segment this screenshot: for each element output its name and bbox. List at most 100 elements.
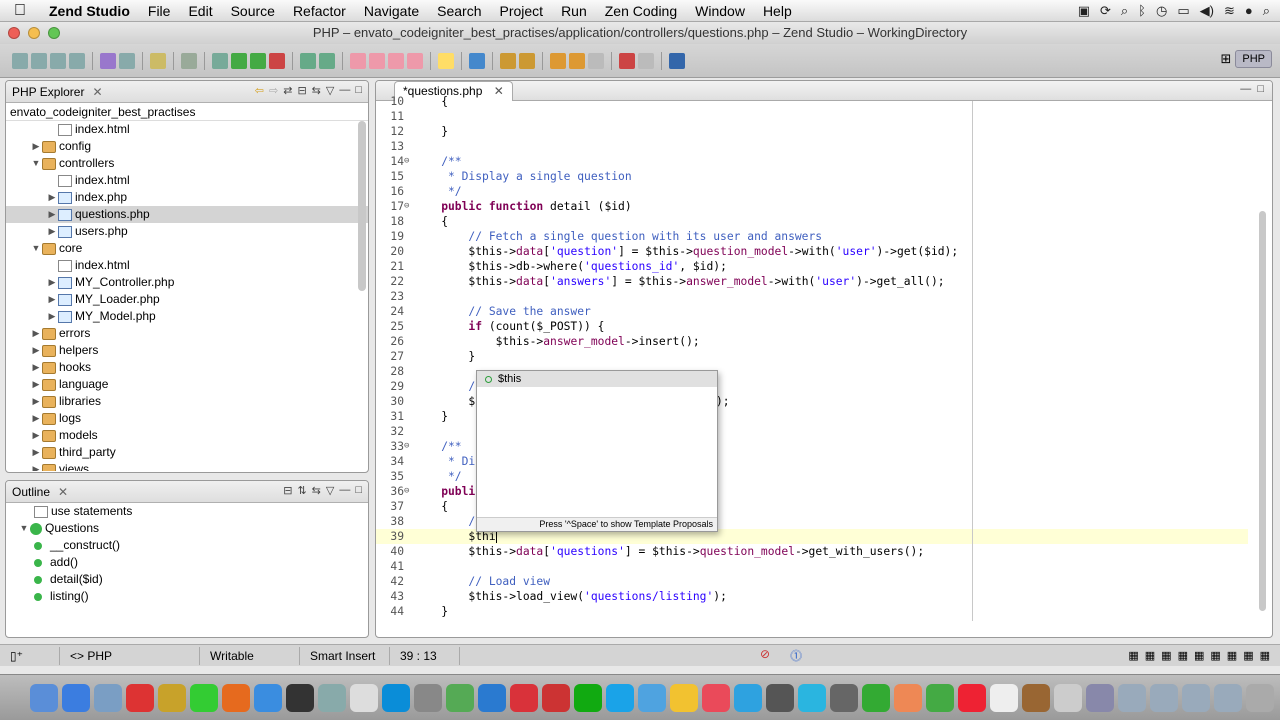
toolbar-button-icon[interactable] <box>388 52 404 69</box>
toolbar-button-icon[interactable] <box>31 52 47 69</box>
tree-item[interactable]: index.html <box>6 257 368 274</box>
toolbar-button-icon[interactable] <box>300 52 316 69</box>
view-icon[interactable]: ▦ <box>1194 649 1204 662</box>
fold-toggle-icon[interactable]: ⊖ <box>404 439 409 454</box>
view-icon[interactable]: ▦ <box>1161 649 1171 662</box>
toolbar-button-icon[interactable] <box>550 52 566 69</box>
outline-method[interactable]: add() <box>6 554 368 571</box>
outline-tab[interactable]: Outline <box>12 485 50 499</box>
close-tab-icon[interactable]: ✕ <box>92 85 102 99</box>
outline-method[interactable]: detail($id) <box>6 571 368 588</box>
project-root[interactable]: envato_codeigniter_best_practises <box>6 103 368 121</box>
dock-app-icon[interactable] <box>446 683 474 712</box>
expand-triangle-icon[interactable]: ▶ <box>46 223 58 240</box>
dock-app-icon[interactable] <box>318 683 346 712</box>
toolbar-button-icon[interactable] <box>588 52 604 69</box>
toolbar-button-icon[interactable] <box>181 52 197 69</box>
expand-triangle-icon[interactable]: ▼ <box>30 155 42 172</box>
menu-edit[interactable]: Edit <box>179 0 221 22</box>
dock-app-icon[interactable] <box>254 683 282 712</box>
menu-run[interactable]: Run <box>552 0 596 22</box>
autocomplete-item[interactable]: $this <box>477 371 717 387</box>
dock-app-icon[interactable] <box>1150 683 1178 712</box>
toolbar-button-icon[interactable] <box>319 52 335 69</box>
editor-scrollbar[interactable] <box>1259 211 1266 611</box>
dock-app-icon[interactable] <box>222 683 250 712</box>
dock-app-icon[interactable] <box>1214 683 1242 712</box>
menu-zen-coding[interactable]: Zen Coding <box>596 0 686 22</box>
volume-icon[interactable]: ◀) <box>1200 3 1214 19</box>
view-icon[interactable]: ▦ <box>1227 649 1237 662</box>
toolbar-button-icon[interactable] <box>350 52 366 69</box>
dock-app-icon[interactable] <box>1086 683 1114 712</box>
menu-window[interactable]: Window <box>686 0 754 22</box>
dock-app-icon[interactable] <box>734 683 762 712</box>
menu-help[interactable]: Help <box>754 0 801 22</box>
app-menu[interactable]: Zend Studio <box>40 0 139 22</box>
wifi-icon[interactable]: ≋ <box>1224 3 1235 19</box>
tree-item[interactable]: ▼ controllers <box>6 155 368 172</box>
minimize-icon[interactable]: — <box>339 84 350 97</box>
toolbar-button-icon[interactable] <box>212 52 228 69</box>
outline-class[interactable]: ▼ Questions <box>6 520 368 537</box>
tree-item[interactable]: ▶ MY_Controller.php <box>6 274 368 291</box>
dock-app-icon[interactable] <box>1054 683 1082 712</box>
outline-method[interactable]: __construct() <box>6 537 368 554</box>
tree-item[interactable]: ▶ hooks <box>6 359 368 376</box>
tree-item[interactable]: index.html <box>6 172 368 189</box>
outline-use-statements[interactable]: use statements <box>6 503 368 520</box>
code-area[interactable]: 10 {11 12 } 13 14 ⊖ /** 15 * Display a singl… <box>376 95 1248 631</box>
tree-item[interactable]: ▶ errors <box>6 325 368 342</box>
expand-triangle-icon[interactable]: ▶ <box>30 342 42 359</box>
dock-app-icon[interactable] <box>1118 683 1146 712</box>
dock-app-icon[interactable] <box>382 683 410 712</box>
maximize-icon[interactable]: □ <box>355 84 362 97</box>
apple-menu-icon[interactable]:  <box>0 2 40 20</box>
expand-triangle-icon[interactable]: ▶ <box>30 444 42 461</box>
forward-icon[interactable]: ⇨ <box>269 84 278 97</box>
menu-navigate[interactable]: Navigate <box>355 0 428 22</box>
zoom-window-button[interactable] <box>48 27 60 39</box>
dock-app-icon[interactable] <box>798 683 826 712</box>
dock-app-icon[interactable] <box>830 683 858 712</box>
expand-triangle-icon[interactable]: ▶ <box>46 291 58 308</box>
expand-triangle-icon[interactable]: ▶ <box>46 206 58 223</box>
dock-app-icon[interactable] <box>606 683 634 712</box>
close-window-button[interactable] <box>8 27 20 39</box>
link-editor-icon[interactable]: ⇄ <box>283 84 292 97</box>
tree-item[interactable]: ▼ core <box>6 240 368 257</box>
dock-app-icon[interactable] <box>990 683 1018 712</box>
dock-app-icon[interactable] <box>862 683 890 712</box>
dock-app-icon[interactable] <box>30 683 58 712</box>
dock-app-icon[interactable] <box>638 683 666 712</box>
dock-app-icon[interactable] <box>350 683 378 712</box>
menu-refactor[interactable]: Refactor <box>284 0 355 22</box>
dock-app-icon[interactable] <box>958 683 986 712</box>
dock-app-icon[interactable] <box>926 683 954 712</box>
minimize-window-button[interactable] <box>28 27 40 39</box>
toolbar-button-icon[interactable] <box>669 52 685 69</box>
fold-toggle-icon[interactable]: ⊖ <box>404 484 409 499</box>
dock-app-icon[interactable] <box>94 683 122 712</box>
camera-icon[interactable]: ▣ <box>1078 3 1090 19</box>
view-icon[interactable]: ▦ <box>1210 649 1220 662</box>
toolbar-button-icon[interactable] <box>12 52 28 69</box>
expand-triangle-icon[interactable]: ▶ <box>46 308 58 325</box>
expand-triangle-icon[interactable]: ▶ <box>30 325 42 342</box>
menu-search[interactable]: Search <box>428 0 490 22</box>
expand-triangle-icon[interactable]: ▶ <box>30 461 42 471</box>
minimize-icon[interactable]: — <box>339 484 350 497</box>
php-explorer-tab[interactable]: PHP Explorer <box>12 85 84 99</box>
bluetooth-icon[interactable]: ᛒ <box>1138 3 1146 19</box>
tree-item[interactable]: ▶ questions.php <box>6 206 368 223</box>
dock-app-icon[interactable] <box>1182 683 1210 712</box>
expand-triangle-icon[interactable]: ▶ <box>30 410 42 427</box>
tree-item[interactable]: ▶ MY_Loader.php <box>6 291 368 308</box>
link-editor-icon[interactable]: ⇆ <box>312 484 321 497</box>
dock-app-icon[interactable] <box>542 683 570 712</box>
toolbar-button-icon[interactable] <box>119 52 135 69</box>
toolbar-button-icon[interactable] <box>369 52 385 69</box>
toolbar-button-icon[interactable] <box>50 52 66 69</box>
dock-app-icon[interactable] <box>190 683 218 712</box>
dock-app-icon[interactable] <box>1246 683 1274 712</box>
